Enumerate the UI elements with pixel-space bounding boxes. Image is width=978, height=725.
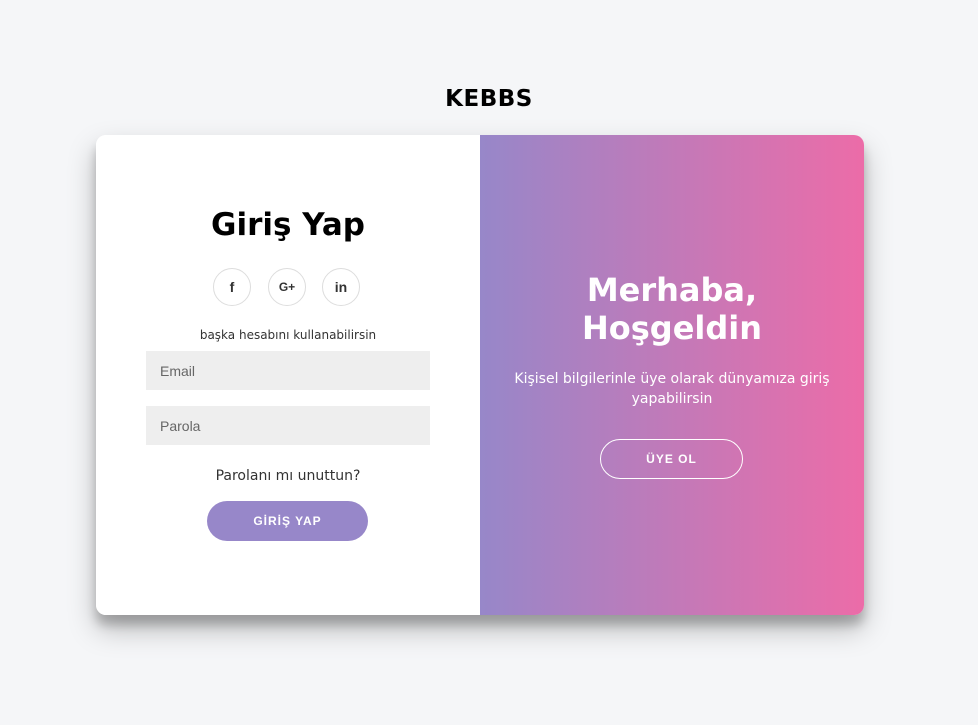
google-plus-icon[interactable]: G+ [268,268,306,306]
signin-title: Giriş Yap [211,207,365,243]
password-field[interactable] [146,406,430,445]
welcome-title: Merhaba, Hoşgeldin [480,271,864,347]
linkedin-icon[interactable]: in [322,268,360,306]
signup-button[interactable]: ÜYE OL [600,439,743,479]
email-field[interactable] [146,351,430,390]
welcome-text: Kişisel bilgilerinle üye olarak dünyamız… [514,371,830,407]
welcome-panel: Merhaba, Hoşgeldin Kişisel bilgilerinle … [480,135,864,615]
auth-card: Giriş Yap f G+ in başka hesabını kullana… [96,135,864,615]
signin-hint: başka hesabını kullanabilirsin [199,328,377,342]
login-button[interactable]: GİRİŞ YAP [207,501,368,541]
signin-panel: Giriş Yap f G+ in başka hesabını kullana… [96,135,480,615]
brand-logo: KEBBS [445,86,533,112]
welcome-title-line2: Hoşgeldin [581,309,763,347]
facebook-icon[interactable]: f [213,268,251,306]
forgot-password-link[interactable]: Parolanı mı unuttun? [96,468,480,484]
welcome-title-line1: Merhaba, [586,271,758,309]
